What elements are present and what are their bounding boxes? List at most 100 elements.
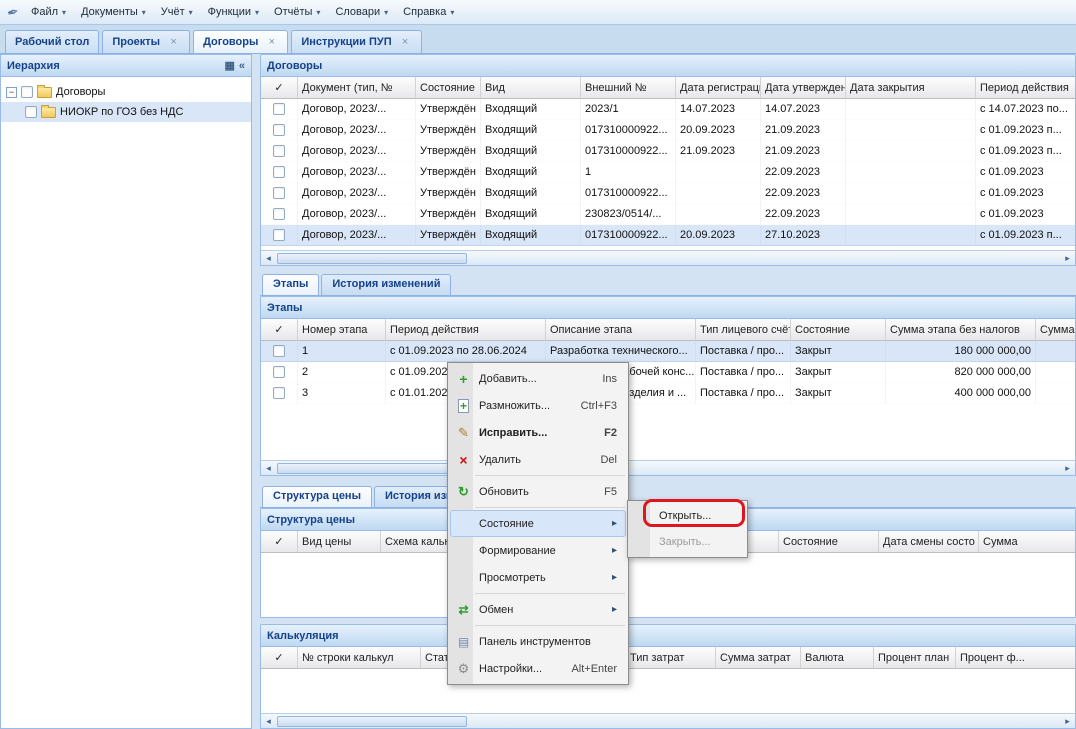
stage-row[interactable]: 3 с 01.01.2024 по 28.06.2024 Изготовлени… [261, 383, 1075, 404]
row-checkbox[interactable] [273, 166, 285, 178]
menu-file[interactable]: Файл▾ [24, 3, 74, 21]
column-period[interactable]: Период действия [976, 77, 1075, 99]
collapse-panel-icon[interactable]: « [239, 59, 245, 73]
menu-item-toolbar[interactable]: Панель инструментов [450, 628, 626, 655]
column-state[interactable]: Состояние [416, 77, 481, 99]
scroll-right-icon[interactable]: ▸ [1060, 461, 1075, 476]
menu-item-exchange[interactable]: Обмен ▸ [450, 596, 626, 623]
column-stage-no[interactable]: Номер этапа [298, 319, 386, 341]
scroll-left-icon[interactable]: ◂ [261, 251, 276, 266]
stage-row[interactable]: 1 с 01.09.2023 по 28.06.2024 Разработка … [261, 341, 1075, 362]
cell-state: Закрыт [791, 341, 886, 362]
menu-reports[interactable]: Отчёты▾ [267, 3, 328, 21]
tab-stages[interactable]: Этапы [262, 274, 319, 295]
tab-instructions[interactable]: Инструкции ПУП× [291, 30, 421, 53]
close-icon[interactable]: × [265, 36, 278, 49]
row-checkbox[interactable] [273, 187, 285, 199]
tab-change-history[interactable]: История изменений [321, 274, 451, 295]
menu-item-forming[interactable]: Формирование ▸ [450, 537, 626, 564]
menu-item-state[interactable]: Состояние ▸ [450, 510, 626, 537]
row-checkbox[interactable] [273, 124, 285, 136]
row-checkbox[interactable] [273, 145, 285, 157]
column-calc-row-no[interactable]: № строки калькул [298, 647, 421, 669]
contract-row[interactable]: Договор, 2023/... Утверждён Входящий 017… [261, 120, 1075, 141]
panel-splitter[interactable] [252, 54, 260, 729]
scroll-thumb[interactable] [277, 463, 467, 474]
contract-row[interactable]: Договор, 2023/... Утверждён Входящий 017… [261, 225, 1075, 246]
column-sum[interactable]: Сумма [979, 531, 1075, 553]
column-percent-plan[interactable]: Процент план [874, 647, 956, 669]
row-checkbox[interactable] [273, 366, 285, 378]
submenu-item-open[interactable]: Открыть... [630, 503, 745, 529]
row-checkbox[interactable] [273, 208, 285, 220]
column-sum-no-tax[interactable]: Сумма этапа без налогов [886, 319, 1036, 341]
scroll-thumb[interactable] [277, 253, 467, 264]
scroll-right-icon[interactable]: ▸ [1060, 714, 1075, 729]
tree-node-contracts[interactable]: − Договоры [1, 82, 251, 102]
close-icon[interactable]: × [167, 36, 180, 49]
row-checkbox[interactable] [273, 345, 285, 357]
menu-functions[interactable]: Функции▾ [201, 3, 267, 21]
column-account-type[interactable]: Тип лицевого счёт [696, 319, 791, 341]
row-checkbox[interactable] [273, 103, 285, 115]
contract-row[interactable]: Договор, 2023/... Утверждён Входящий 017… [261, 183, 1075, 204]
contract-row[interactable]: Договор, 2023/... Утверждён Входящий 202… [261, 99, 1075, 120]
node-checkbox[interactable] [21, 86, 33, 98]
menu-item-edit[interactable]: Исправить... F2 [450, 419, 626, 446]
column-check[interactable]: ✓ [261, 319, 298, 341]
menu-item-view[interactable]: Просмотреть ▸ [450, 564, 626, 591]
column-price-kind[interactable]: Вид цены [298, 531, 381, 553]
menu-item-add[interactable]: Добавить... Ins [450, 365, 626, 392]
menu-documents[interactable]: Документы▾ [74, 3, 154, 21]
tree-node-niokr[interactable]: НИОКР по ГОЗ без НДС [1, 102, 251, 122]
contract-row[interactable]: Договор, 2023/... Утверждён Входящий 017… [261, 141, 1075, 162]
scroll-left-icon[interactable]: ◂ [261, 714, 276, 729]
column-state[interactable]: Состояние [779, 531, 879, 553]
menu-accounting[interactable]: Учёт▾ [154, 3, 201, 21]
column-close-date[interactable]: Дата закрытия [846, 77, 976, 99]
menu-item-settings[interactable]: Настройки... Alt+Enter [450, 655, 626, 682]
column-percent-fact[interactable]: Процент ф... [956, 647, 1075, 669]
column-description[interactable]: Описание этапа [546, 319, 696, 341]
contracts-hscrollbar[interactable]: ◂ ▸ [261, 250, 1075, 265]
column-cost-sum[interactable]: Сумма затрат [716, 647, 801, 669]
scroll-right-icon[interactable]: ▸ [1060, 251, 1075, 266]
contract-row[interactable]: Договор, 2023/... Утверждён Входящий 1 2… [261, 162, 1075, 183]
column-currency[interactable]: Валюта [801, 647, 874, 669]
menu-dictionaries[interactable]: Словари▾ [328, 3, 396, 21]
menu-item-duplicate[interactable]: Размножить... Ctrl+F3 [450, 392, 626, 419]
column-check[interactable]: ✓ [261, 647, 298, 669]
stage-row[interactable]: 2 с 01.09.2023 по 29.12.2023 Выполнение … [261, 362, 1075, 383]
menu-item-delete[interactable]: Удалить Del [450, 446, 626, 473]
column-check[interactable]: ✓ [261, 77, 298, 99]
column-state[interactable]: Состояние [791, 319, 886, 341]
tab-price-structure[interactable]: Структура цены [262, 486, 372, 507]
tab-projects[interactable]: Проекты× [102, 30, 190, 53]
menu-help[interactable]: Справка▾ [396, 3, 462, 21]
node-checkbox[interactable] [25, 106, 37, 118]
row-checkbox[interactable] [273, 229, 285, 241]
collapse-expander-icon[interactable]: − [6, 87, 17, 98]
column-sum[interactable]: Сумма [1036, 319, 1075, 341]
contract-row[interactable]: Договор, 2023/... Утверждён Входящий 230… [261, 204, 1075, 225]
tab-desktop[interactable]: Рабочий стол [5, 30, 99, 53]
grid-view-icon[interactable]: ▦ [224, 59, 234, 73]
menu-item-refresh[interactable]: Обновить F5 [450, 478, 626, 505]
scroll-thumb[interactable] [277, 716, 467, 727]
close-icon[interactable]: × [399, 36, 412, 49]
column-period[interactable]: Период действия [386, 319, 546, 341]
stages-hscrollbar[interactable]: ◂ ▸ [261, 460, 1075, 475]
cell-period: с 01.09.2023 п... [976, 225, 1075, 246]
column-check[interactable]: ✓ [261, 531, 298, 553]
column-document[interactable]: Документ (тип, № [298, 77, 416, 99]
calc-hscrollbar[interactable]: ◂ ▸ [261, 713, 1075, 728]
column-state-change-date[interactable]: Дата смены состо [879, 531, 979, 553]
column-external-no[interactable]: Внешний № [581, 77, 676, 99]
tab-contracts[interactable]: Договоры× [193, 30, 288, 53]
column-kind[interactable]: Вид [481, 77, 581, 99]
column-approve-date[interactable]: Дата утверждения [761, 77, 846, 99]
scroll-left-icon[interactable]: ◂ [261, 461, 276, 476]
column-cost-type[interactable]: Тип затрат [626, 647, 716, 669]
row-checkbox[interactable] [273, 387, 285, 399]
column-reg-date[interactable]: Дата регистрации [676, 77, 761, 99]
